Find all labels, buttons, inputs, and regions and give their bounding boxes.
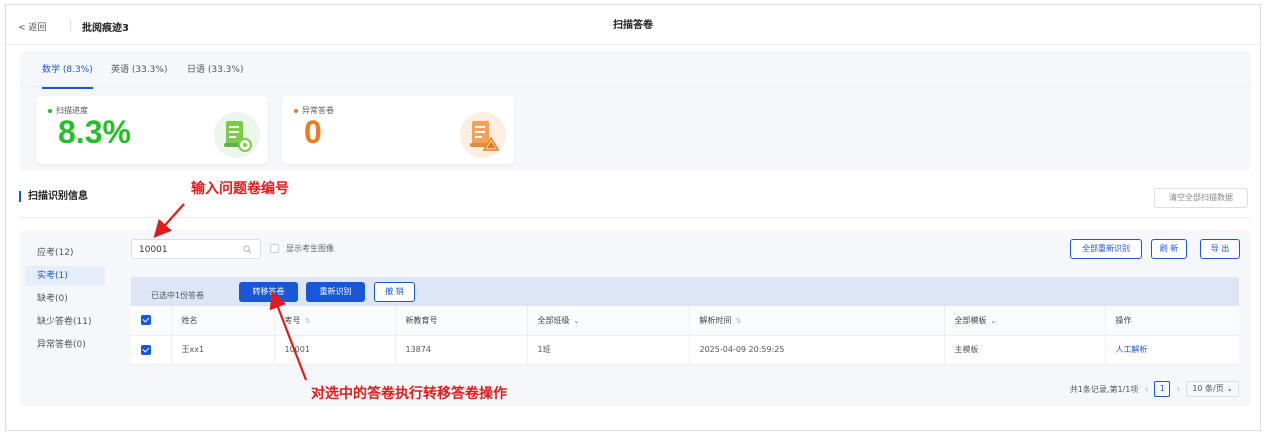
- export-button[interactable]: 导 出: [1200, 239, 1240, 259]
- sidebar-item-abnormal-sheets[interactable]: 异常答卷(0): [25, 335, 105, 355]
- page-header: < 返回 批阅痕迹3 扫描答卷: [6, 5, 1260, 45]
- search-input[interactable]: [139, 243, 239, 256]
- page-size-select[interactable]: 10 条/页 ⌄: [1186, 381, 1239, 397]
- col-new-edu-no: 新教育号: [395, 306, 528, 336]
- app-window: < 返回 批阅痕迹3 扫描答卷 数学 (8.3%) 英语 (33.3%) 日语 …: [5, 4, 1261, 431]
- pagination: 共1条记录,第1/1项 ‹ 1 › 10 条/页 ⌄: [1070, 381, 1239, 397]
- annotation-search-hint: 输入问题卷编号: [191, 181, 289, 197]
- subject-panel: 数学 (8.3%) 英语 (33.3%) 日语 (33.3%) 扫描进度 8.3…: [20, 51, 1251, 171]
- tab-japanese[interactable]: 日语 (33.3%): [187, 62, 243, 75]
- show-image-checkbox[interactable]: [270, 244, 279, 253]
- transfer-sheet-button[interactable]: 转移答卷: [239, 282, 298, 302]
- search-box: [131, 239, 261, 259]
- cell-exam-no: 10001: [274, 335, 396, 365]
- col-parse-time[interactable]: 解析时间 ⇅: [689, 306, 945, 336]
- abnormal-dot: [294, 108, 298, 113]
- col-exam-no[interactable]: 考号 ⇅: [274, 306, 396, 336]
- section-title: 扫描识别信息: [19, 191, 88, 202]
- show-image-label: 显示考生图像: [286, 244, 334, 253]
- pagination-summary: 共1条记录,第1/1项: [1069, 384, 1139, 394]
- sort-icon[interactable]: ⇅: [736, 317, 742, 325]
- cell-class: 1班: [527, 335, 690, 365]
- cell-template: 主模板: [944, 335, 1106, 365]
- cell-parse-time: 2025-04-09 20:59:25: [689, 335, 945, 365]
- main-panel: 显示考生图像 全部重新识别 刷 新 导 出 已选中1份答卷 转移答卷 重新识别 …: [117, 230, 1251, 406]
- section-divider: [20, 217, 1251, 218]
- col-class-filter[interactable]: 全部班级 ⌄: [527, 306, 690, 336]
- manual-parse-link[interactable]: 人工解析: [1116, 345, 1148, 354]
- clear-all-scan-data-button[interactable]: 清空全部扫描数据: [1154, 188, 1248, 208]
- row-checkbox[interactable]: [141, 344, 151, 355]
- answer-sheet-table: 姓名 考号 ⇅ 新教育号 全部班级 ⌄ 解析时间 ⇅ 全部模板 ⌄ 操作 王xx1 10…: [131, 306, 1239, 365]
- progress-value: 8.3%: [58, 114, 131, 150]
- progress-dot: [48, 108, 52, 113]
- col-name: 姓名: [171, 306, 275, 336]
- show-student-image-option: 显示考生图像: [270, 243, 334, 254]
- cell-name: 王xx1: [171, 335, 275, 365]
- prev-page-icon[interactable]: ‹: [1144, 384, 1148, 395]
- sort-icon[interactable]: ⇅: [305, 317, 311, 325]
- tab-math[interactable]: 数学 (8.3%): [42, 62, 93, 89]
- scroll-warning-icon: [460, 112, 506, 158]
- sidebar-item-absent[interactable]: 缺考(0): [25, 289, 105, 309]
- scroll-refresh-icon: [214, 112, 260, 158]
- selection-count: 已选中1份答卷: [151, 291, 205, 300]
- cell-new-edu-no: 13874: [395, 335, 528, 365]
- page-title: 扫描答卷: [613, 20, 653, 31]
- col-template-filter[interactable]: 全部模板 ⌄: [944, 306, 1106, 336]
- sidebar-item-attended[interactable]: 实考(1): [25, 266, 105, 286]
- search-icon[interactable]: [243, 245, 252, 254]
- subject-tabs: 数学 (8.3%) 英语 (33.3%) 日语 (33.3%): [20, 51, 1251, 89]
- refresh-button[interactable]: 刷 新: [1151, 239, 1187, 259]
- status-sidebar: 应考(12) 实考(1) 缺考(0) 缺少答卷(11) 异常答卷(0): [20, 230, 120, 406]
- select-all-checkbox[interactable]: [141, 315, 151, 326]
- sidebar-item-expected[interactable]: 应考(12): [25, 243, 105, 263]
- table-header-row: 姓名 考号 ⇅ 新教育号 全部班级 ⌄ 解析时间 ⇅ 全部模板 ⌄ 操作: [131, 306, 1239, 336]
- sidebar-item-missing-sheets[interactable]: 缺少答卷(11): [25, 312, 105, 332]
- scan-progress-card: 扫描进度 8.3%: [36, 96, 268, 164]
- chevron-down-icon[interactable]: ⌄: [991, 317, 997, 325]
- undo-button[interactable]: 撤 销: [374, 282, 415, 302]
- chevron-down-icon: ⌄: [1226, 384, 1233, 393]
- tab-english[interactable]: 英语 (33.3%): [111, 62, 167, 75]
- chevron-down-icon[interactable]: ⌄: [574, 317, 580, 325]
- table-row: 王xx1 10001 13874 1班 2025-04-09 20:59:25 …: [131, 335, 1239, 365]
- abnormal-value: 0: [304, 114, 322, 150]
- col-action: 操作: [1105, 306, 1239, 336]
- page-number-button[interactable]: 1: [1154, 381, 1171, 397]
- next-page-icon[interactable]: ›: [1176, 384, 1180, 395]
- annotation-transfer-hint: 对选中的答卷执行转移答卷操作: [311, 386, 507, 402]
- abnormal-card: 异常答卷 0: [282, 96, 514, 164]
- rerecognize-button[interactable]: 重新识别: [306, 282, 365, 302]
- rerecognize-all-button[interactable]: 全部重新识别: [1070, 239, 1142, 259]
